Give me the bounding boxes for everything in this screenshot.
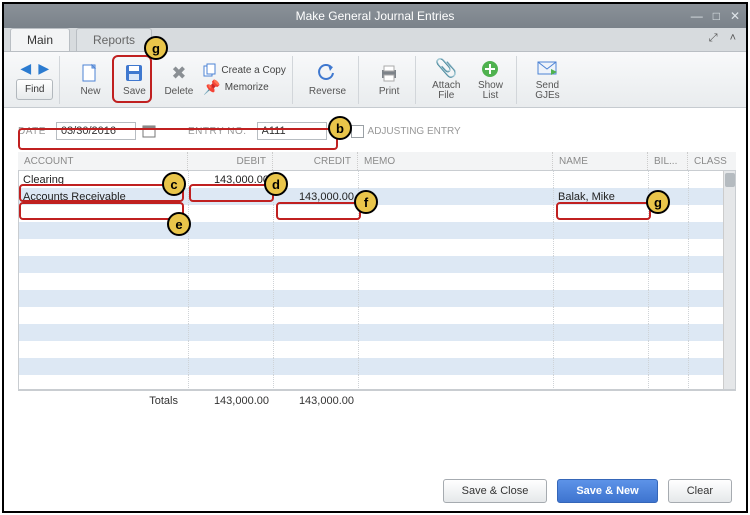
- send-gjes-button[interactable]: Send GJEs: [527, 57, 567, 103]
- save-and-close-button[interactable]: Save & Close: [443, 479, 548, 503]
- grid-row[interactable]: [19, 205, 735, 222]
- print-icon: [379, 62, 399, 84]
- titlebar: Make General Journal Entries — □ ✕: [4, 4, 746, 28]
- print-button[interactable]: Print: [369, 57, 409, 103]
- col-credit[interactable]: CREDIT: [273, 152, 358, 170]
- grid-row[interactable]: Accounts Receivable 143,000.00 Balak, Mi…: [19, 188, 735, 205]
- window-title: Make General Journal Entries: [296, 9, 455, 23]
- save-button[interactable]: Save: [114, 57, 154, 103]
- grid-row[interactable]: [19, 307, 735, 324]
- reverse-icon: [317, 62, 337, 84]
- adjusting-entry-label: ADJUSTING ENTRY: [368, 126, 461, 137]
- expand-icon[interactable]: ⤢: [709, 32, 718, 45]
- add-list-icon: [481, 59, 499, 79]
- entry-header: DATE ENTRY NO. ADJUSTING ENTRY: [4, 108, 746, 148]
- col-account[interactable]: ACCOUNT: [18, 152, 188, 170]
- totals-debit: 143,000.00: [188, 395, 273, 407]
- entry-no-label: ENTRY NO.: [188, 126, 247, 137]
- new-icon: [80, 62, 100, 84]
- cell-account[interactable]: Accounts Receivable: [19, 188, 189, 205]
- find-button[interactable]: Find: [16, 79, 53, 100]
- tab-main[interactable]: Main: [10, 28, 70, 51]
- grid-row[interactable]: [19, 222, 735, 239]
- delete-button[interactable]: ✖ Delete: [158, 57, 199, 103]
- ribbon-tabs: Main Reports ⤢ ˄: [4, 28, 746, 52]
- cell-credit[interactable]: [274, 171, 359, 188]
- cell-memo[interactable]: [359, 171, 554, 188]
- cell-debit[interactable]: 143,000.00: [189, 171, 274, 188]
- entry-no-input[interactable]: [257, 122, 327, 140]
- grid-row[interactable]: [19, 341, 735, 358]
- journal-grid: ACCOUNT DEBIT CREDIT MEMO NAME BIL... CL…: [18, 152, 736, 410]
- grid-row[interactable]: [19, 358, 735, 375]
- cell-account[interactable]: Clearing: [19, 171, 189, 188]
- close-icon[interactable]: ✕: [730, 9, 740, 23]
- footer-buttons: Save & Close Save & New Clear: [443, 479, 732, 503]
- cell-name[interactable]: [554, 171, 649, 188]
- memorize-icon: 📌: [203, 79, 220, 96]
- clear-button[interactable]: Clear: [668, 479, 732, 503]
- maximize-icon[interactable]: □: [713, 9, 720, 23]
- cell-memo[interactable]: [359, 188, 554, 205]
- grid-header: ACCOUNT DEBIT CREDIT MEMO NAME BIL... CL…: [18, 152, 736, 170]
- grid-body[interactable]: Clearing 143,000.00 Accounts Receivable …: [18, 170, 736, 390]
- col-memo[interactable]: MEMO: [358, 152, 553, 170]
- cell-credit[interactable]: 143,000.00: [274, 188, 359, 205]
- nav-next-icon[interactable]: ▶: [36, 60, 52, 77]
- save-and-new-button[interactable]: Save & New: [557, 479, 657, 503]
- cell-bill[interactable]: [649, 171, 689, 188]
- minimize-icon[interactable]: —: [691, 9, 703, 23]
- adjusting-entry-checkbox[interactable]: [351, 125, 364, 138]
- date-label: DATE: [18, 126, 46, 137]
- cell-name[interactable]: Balak, Mike: [554, 188, 649, 205]
- attach-file-button[interactable]: 📎 Attach File: [426, 57, 466, 103]
- grid-row[interactable]: [19, 375, 735, 390]
- reverse-button[interactable]: Reverse: [303, 57, 352, 103]
- collapse-ribbon-icon[interactable]: ˄: [730, 32, 736, 45]
- grid-row[interactable]: Clearing 143,000.00: [19, 171, 735, 188]
- col-debit[interactable]: DEBIT: [188, 152, 273, 170]
- tab-reports[interactable]: Reports: [76, 28, 152, 51]
- grid-row[interactable]: [19, 324, 735, 341]
- send-icon: [537, 59, 557, 79]
- date-input[interactable]: [56, 122, 136, 140]
- delete-icon: ✖: [171, 62, 186, 84]
- grid-row[interactable]: [19, 239, 735, 256]
- grid-scrollbar[interactable]: [723, 171, 735, 389]
- totals-credit: 143,000.00: [273, 395, 358, 407]
- grid-row[interactable]: [19, 256, 735, 273]
- copy-icon: [203, 63, 217, 77]
- totals-row: Totals 143,000.00 143,000.00: [18, 390, 736, 410]
- grid-row[interactable]: [19, 290, 735, 307]
- nav-prev-icon[interactable]: ◀: [18, 60, 34, 77]
- memorize-button[interactable]: 📌 Memorize: [203, 79, 285, 96]
- col-name[interactable]: NAME: [553, 152, 648, 170]
- cell-bill[interactable]: [649, 188, 689, 205]
- calendar-icon[interactable]: [142, 124, 158, 138]
- window-frame: Make General Journal Entries — □ ✕ Main …: [2, 2, 748, 513]
- toolbar: ◀ ▶ Find New Save ✖ Delete: [4, 52, 746, 108]
- col-class[interactable]: CLASS: [688, 152, 728, 170]
- create-copy-button[interactable]: Create a Copy: [203, 63, 285, 77]
- attach-icon: 📎: [435, 58, 457, 79]
- cell-debit[interactable]: [189, 188, 274, 205]
- save-icon: [124, 62, 144, 84]
- grid-row[interactable]: [19, 273, 735, 290]
- new-button[interactable]: New: [70, 57, 110, 103]
- col-bill[interactable]: BIL...: [648, 152, 688, 170]
- show-list-button[interactable]: Show List: [470, 57, 510, 103]
- totals-label: Totals: [18, 395, 188, 407]
